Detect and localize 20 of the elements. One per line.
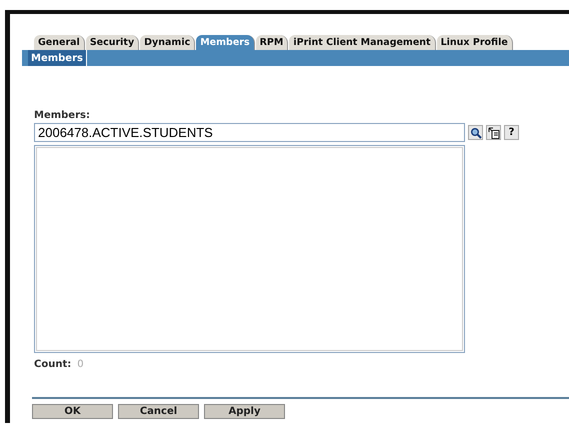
members-label: Members: (34, 110, 91, 123)
tab[interactable]: Dynamic (140, 35, 196, 50)
dialog-button[interactable]: OK (32, 404, 113, 419)
count-value: 0 (77, 359, 84, 370)
tab[interactable]: Linux Profile (436, 35, 513, 50)
browse-button[interactable] (486, 125, 501, 140)
count-label: Count: (34, 359, 72, 370)
tab[interactable]: Security (86, 35, 140, 50)
search-button[interactable] (468, 125, 483, 140)
tab[interactable]: RPM (256, 35, 288, 50)
document-arrow-icon (488, 126, 500, 138)
dialog-button[interactable]: Cancel (118, 404, 199, 419)
dialog-button[interactable]: Apply (204, 404, 285, 419)
help-button[interactable]: ? (504, 125, 519, 140)
search-icon (470, 126, 482, 138)
tab[interactable]: General (34, 35, 85, 50)
tab[interactable]: iPrint Client Management (289, 35, 436, 50)
tab[interactable]: Members (196, 35, 255, 50)
subtab[interactable]: Members (28, 50, 87, 66)
input-field[interactable]: 2006478.ACTIVE.STUDENTS (34, 123, 465, 142)
